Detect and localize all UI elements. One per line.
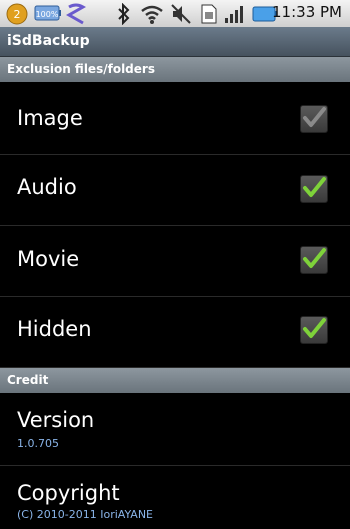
signal-icon (224, 3, 246, 29)
section-header-label: Credit (7, 373, 49, 387)
svg-text:100%: 100% (36, 10, 59, 19)
status-bar: 2 100% 11:33 PM (0, 0, 350, 27)
exclusion-item-label: Movie (17, 247, 80, 271)
credit-item-version[interactable]: Version 1.0.705 (0, 393, 350, 466)
exclusion-item-hidden[interactable]: Hidden (0, 297, 350, 368)
check-icon (303, 107, 326, 127)
mute-icon (170, 3, 192, 29)
credit-item-copyright[interactable]: Copyright (C) 2010-2011 IoriAYANE (0, 466, 350, 529)
exclusion-item-label: Hidden (17, 317, 92, 341)
version-value: 1.0.705 (17, 437, 59, 450)
notification-icon: 2 (6, 3, 28, 29)
wifi-icon (140, 3, 164, 29)
exclusion-item-audio[interactable]: Audio (0, 155, 350, 226)
clock: 11:33 PM (272, 3, 342, 21)
movie-checkbox[interactable] (300, 246, 328, 274)
section-header-exclusion: Exclusion files/folders (0, 57, 350, 82)
app-title: iSdBackup (7, 33, 90, 49)
check-icon (303, 318, 326, 338)
app-icon (65, 3, 87, 29)
exclusion-item-label: Image (17, 106, 83, 130)
section-header-credit: Credit (0, 368, 350, 393)
copyright-value: (C) 2010-2011 IoriAYANE (17, 508, 154, 521)
app-title-bar: iSdBackup (0, 27, 350, 57)
check-icon (303, 248, 326, 268)
check-icon (303, 177, 326, 197)
image-checkbox[interactable] (300, 105, 328, 133)
exclusion-item-movie[interactable]: Movie (0, 226, 350, 297)
audio-checkbox[interactable] (300, 175, 328, 203)
copyright-label: Copyright (17, 481, 120, 505)
section-header-label: Exclusion files/folders (7, 62, 155, 76)
version-label: Version (17, 408, 95, 432)
sim-icon (200, 3, 218, 29)
exclusion-item-label: Audio (17, 175, 77, 199)
bluetooth-icon (116, 2, 132, 29)
svg-text:2: 2 (14, 8, 21, 21)
exclusion-item-image[interactable]: Image (0, 82, 350, 155)
hidden-checkbox[interactable] (300, 316, 328, 344)
battery-100-icon: 100% (34, 3, 62, 27)
